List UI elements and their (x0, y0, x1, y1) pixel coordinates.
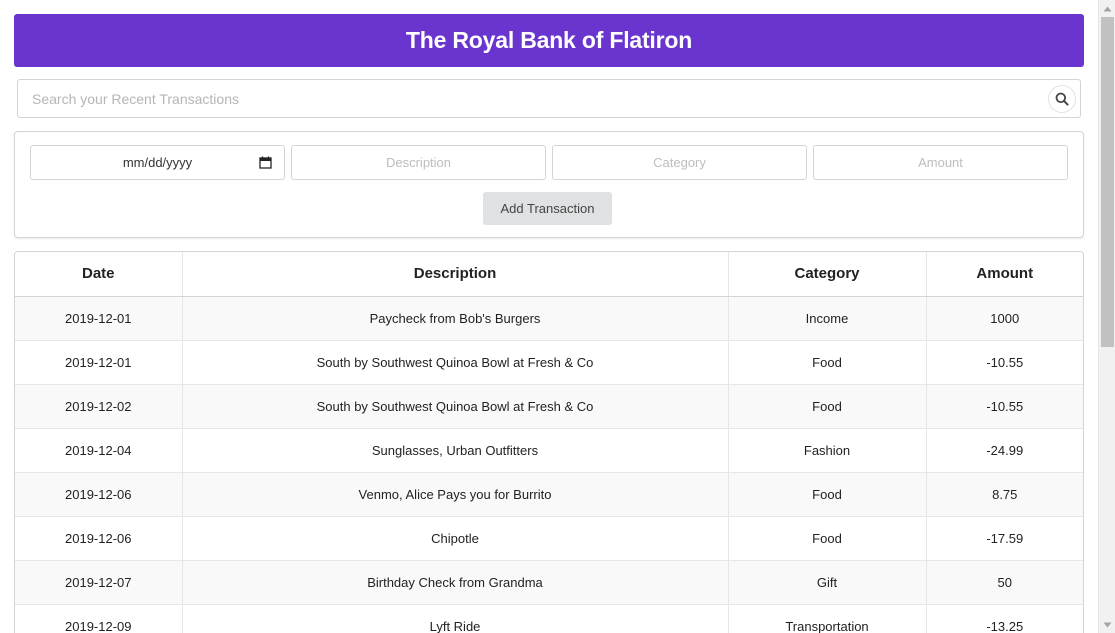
cell-description: South by Southwest Quinoa Bowl at Fresh … (182, 339, 729, 384)
cell-amount: 1000 (926, 295, 1083, 340)
add-transaction-form: mm/dd/yyyy Add Transaction (14, 131, 1084, 238)
cell-description: Birthday Check from Grandma (182, 559, 729, 604)
table-row: 2019-12-07 Birthday Check from Grandma G… (15, 559, 1083, 604)
cell-description: Sunglasses, Urban Outfitters (182, 427, 729, 472)
vertical-scrollbar[interactable] (1098, 0, 1115, 633)
date-field[interactable]: mm/dd/yyyy (30, 145, 285, 180)
calendar-icon[interactable] (259, 156, 272, 169)
column-header-description: Description (182, 252, 729, 297)
search-icon (1055, 92, 1069, 106)
cell-description: Paycheck from Bob's Burgers (182, 295, 729, 340)
transactions-table: Date Description Category Amount 2019-12… (14, 251, 1084, 633)
cell-category: Fashion (728, 427, 927, 472)
amount-field[interactable] (814, 146, 1067, 179)
search-bar (17, 79, 1081, 118)
table-row: 2019-12-01 South by Southwest Quinoa Bow… (15, 339, 1083, 384)
app-viewport: The Royal Bank of Flatiron mm/dd/yyyy (0, 0, 1098, 633)
cell-date: 2019-12-06 (15, 471, 183, 516)
table-row: 2019-12-01 Paycheck from Bob's Burgers I… (15, 295, 1083, 340)
column-header-category: Category (728, 252, 927, 297)
cell-amount: -13.25 (926, 603, 1083, 633)
cell-amount: -10.55 (926, 383, 1083, 428)
app-header: The Royal Bank of Flatiron (14, 14, 1084, 67)
category-field-wrap (552, 145, 807, 180)
table-row: 2019-12-09 Lyft Ride Transportation -13.… (15, 603, 1083, 633)
cell-amount: 50 (926, 559, 1083, 604)
cell-category: Income (728, 295, 927, 340)
date-placeholder: mm/dd/yyyy (122, 155, 193, 170)
page-title: The Royal Bank of Flatiron (405, 27, 693, 53)
cell-category: Food (728, 339, 927, 384)
cell-date: 2019-12-09 (15, 603, 183, 633)
cell-date: 2019-12-02 (15, 383, 183, 428)
cell-amount: 8.75 (926, 471, 1083, 516)
cell-category: Food (728, 383, 927, 428)
table-header-row: Date Description Category Amount (15, 252, 1083, 297)
cell-date: 2019-12-06 (15, 515, 183, 560)
column-header-date: Date (15, 252, 183, 297)
cell-amount: -17.59 (926, 515, 1083, 560)
cell-date: 2019-12-04 (15, 427, 183, 472)
cell-amount: -24.99 (926, 427, 1083, 472)
scroll-up-arrow-icon[interactable] (1099, 0, 1115, 17)
description-field-wrap (291, 145, 546, 180)
column-header-amount: Amount (926, 252, 1083, 297)
cell-date: 2019-12-01 (15, 295, 183, 340)
table-row: 2019-12-02 South by Southwest Quinoa Bow… (15, 383, 1083, 428)
cell-category: Food (728, 515, 927, 560)
cell-date: 2019-12-07 (15, 559, 183, 604)
table-row: 2019-12-06 Chipotle Food -17.59 (15, 515, 1083, 560)
amount-field-wrap (813, 145, 1068, 180)
cell-description: Chipotle (182, 515, 729, 560)
table-row: 2019-12-06 Venmo, Alice Pays you for Bur… (15, 471, 1083, 516)
description-field[interactable] (292, 146, 545, 179)
cell-category: Transportation (728, 603, 927, 633)
cell-description: Venmo, Alice Pays you for Burrito (182, 471, 729, 516)
cell-amount: -10.55 (926, 339, 1083, 384)
cell-date: 2019-12-01 (15, 339, 183, 384)
table-row: 2019-12-04 Sunglasses, Urban Outfitters … (15, 427, 1083, 472)
search-button[interactable] (1048, 85, 1076, 113)
cell-category: Food (728, 471, 927, 516)
search-input[interactable] (18, 80, 1080, 117)
cell-description: Lyft Ride (182, 603, 729, 633)
cell-description: South by Southwest Quinoa Bowl at Fresh … (182, 383, 729, 428)
category-field[interactable] (553, 146, 806, 179)
cell-category: Gift (728, 559, 927, 604)
scroll-down-arrow-icon[interactable] (1099, 616, 1115, 633)
add-transaction-button[interactable]: Add Transaction (483, 192, 612, 225)
scrollbar-thumb[interactable] (1101, 17, 1114, 347)
